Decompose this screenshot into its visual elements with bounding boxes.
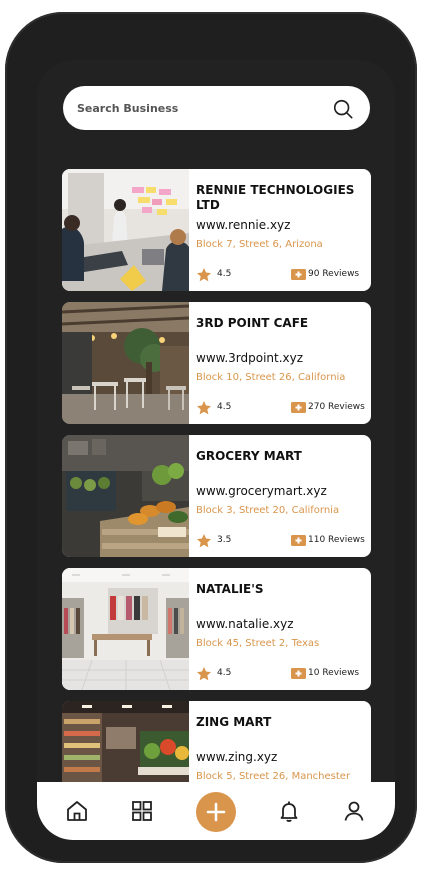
review-count: 110 Reviews xyxy=(308,535,365,545)
business-photo-office xyxy=(62,169,189,291)
rating-value: 4.5 xyxy=(217,269,232,279)
rating-value: 4.5 xyxy=(217,402,232,412)
business-url[interactable]: www.zing.xyz xyxy=(196,750,277,764)
star-icon xyxy=(197,401,211,415)
business-address: Block 5, Street 26, Manchester xyxy=(196,771,351,782)
business-url[interactable]: www.3rdpoint.xyz xyxy=(196,351,303,365)
business-name: ZING MART xyxy=(196,715,272,729)
business-name: NATALIE'S xyxy=(196,582,264,596)
rating-value: 4.5 xyxy=(217,668,232,678)
business-info: GROCERY MART www.grocerymart.xyz Block 3… xyxy=(196,435,368,557)
business-photo-grocery xyxy=(62,435,189,557)
review-plus-icon xyxy=(291,269,306,280)
business-name: 3RD POINT CAFE xyxy=(196,316,309,330)
business-name: RENNIE TECHNOLOGIES LTD xyxy=(196,183,355,212)
business-name: GROCERY MART xyxy=(196,449,302,463)
business-address: Block 7, Street 6, Arizona xyxy=(196,239,323,250)
grid-icon[interactable] xyxy=(130,799,154,823)
business-url[interactable]: www.rennie.xyz xyxy=(196,218,290,232)
review-plus-icon xyxy=(291,402,306,413)
review-count: 270 Reviews xyxy=(308,402,365,412)
business-info: RENNIE TECHNOLOGIES LTD www.rennie.xyz B… xyxy=(196,169,368,291)
phone-frame: RENNIE TECHNOLOGIES LTD www.rennie.xyz B… xyxy=(5,12,417,863)
review-count: 90 Reviews xyxy=(308,269,360,279)
add-button[interactable] xyxy=(196,792,236,832)
search-input[interactable] xyxy=(77,98,317,118)
star-icon xyxy=(197,534,211,548)
business-card[interactable]: GROCERY MART www.grocerymart.xyz Block 3… xyxy=(62,435,371,557)
review-count: 10 Reviews xyxy=(308,668,360,678)
business-address: Block 3, Street 20, California xyxy=(196,505,340,516)
home-icon[interactable] xyxy=(65,799,89,823)
business-photo-cafe xyxy=(62,302,189,424)
app-screen: RENNIE TECHNOLOGIES LTD www.rennie.xyz B… xyxy=(37,60,395,840)
rating-value: 3.5 xyxy=(217,535,232,545)
review-plus-icon xyxy=(291,535,306,546)
search-bar[interactable] xyxy=(63,86,370,130)
business-card[interactable]: RENNIE TECHNOLOGIES LTD www.rennie.xyz B… xyxy=(62,169,371,291)
business-url[interactable]: www.grocerymart.xyz xyxy=(196,484,327,498)
search-icon[interactable] xyxy=(332,98,354,120)
business-list: RENNIE TECHNOLOGIES LTD www.rennie.xyz B… xyxy=(62,169,371,834)
business-url[interactable]: www.natalie.xyz xyxy=(196,617,294,631)
review-plus-icon xyxy=(291,668,306,679)
plus-icon xyxy=(206,802,226,822)
business-address: Block 45, Street 2, Texas xyxy=(196,638,320,649)
bell-icon[interactable] xyxy=(277,799,301,823)
business-address: Block 10, Street 26, California xyxy=(196,372,346,383)
business-card[interactable]: NATALIE'S www.natalie.xyz Block 45, Stre… xyxy=(62,568,371,690)
bottom-nav xyxy=(37,782,395,840)
business-photo-boutique xyxy=(62,568,189,690)
star-icon xyxy=(197,268,211,282)
user-icon[interactable] xyxy=(342,799,366,823)
business-info: 3RD POINT CAFE www.3rdpoint.xyz Block 10… xyxy=(196,302,368,424)
business-info: NATALIE'S www.natalie.xyz Block 45, Stre… xyxy=(196,568,368,690)
business-card[interactable]: 3RD POINT CAFE www.3rdpoint.xyz Block 10… xyxy=(62,302,371,424)
star-icon xyxy=(197,667,211,681)
